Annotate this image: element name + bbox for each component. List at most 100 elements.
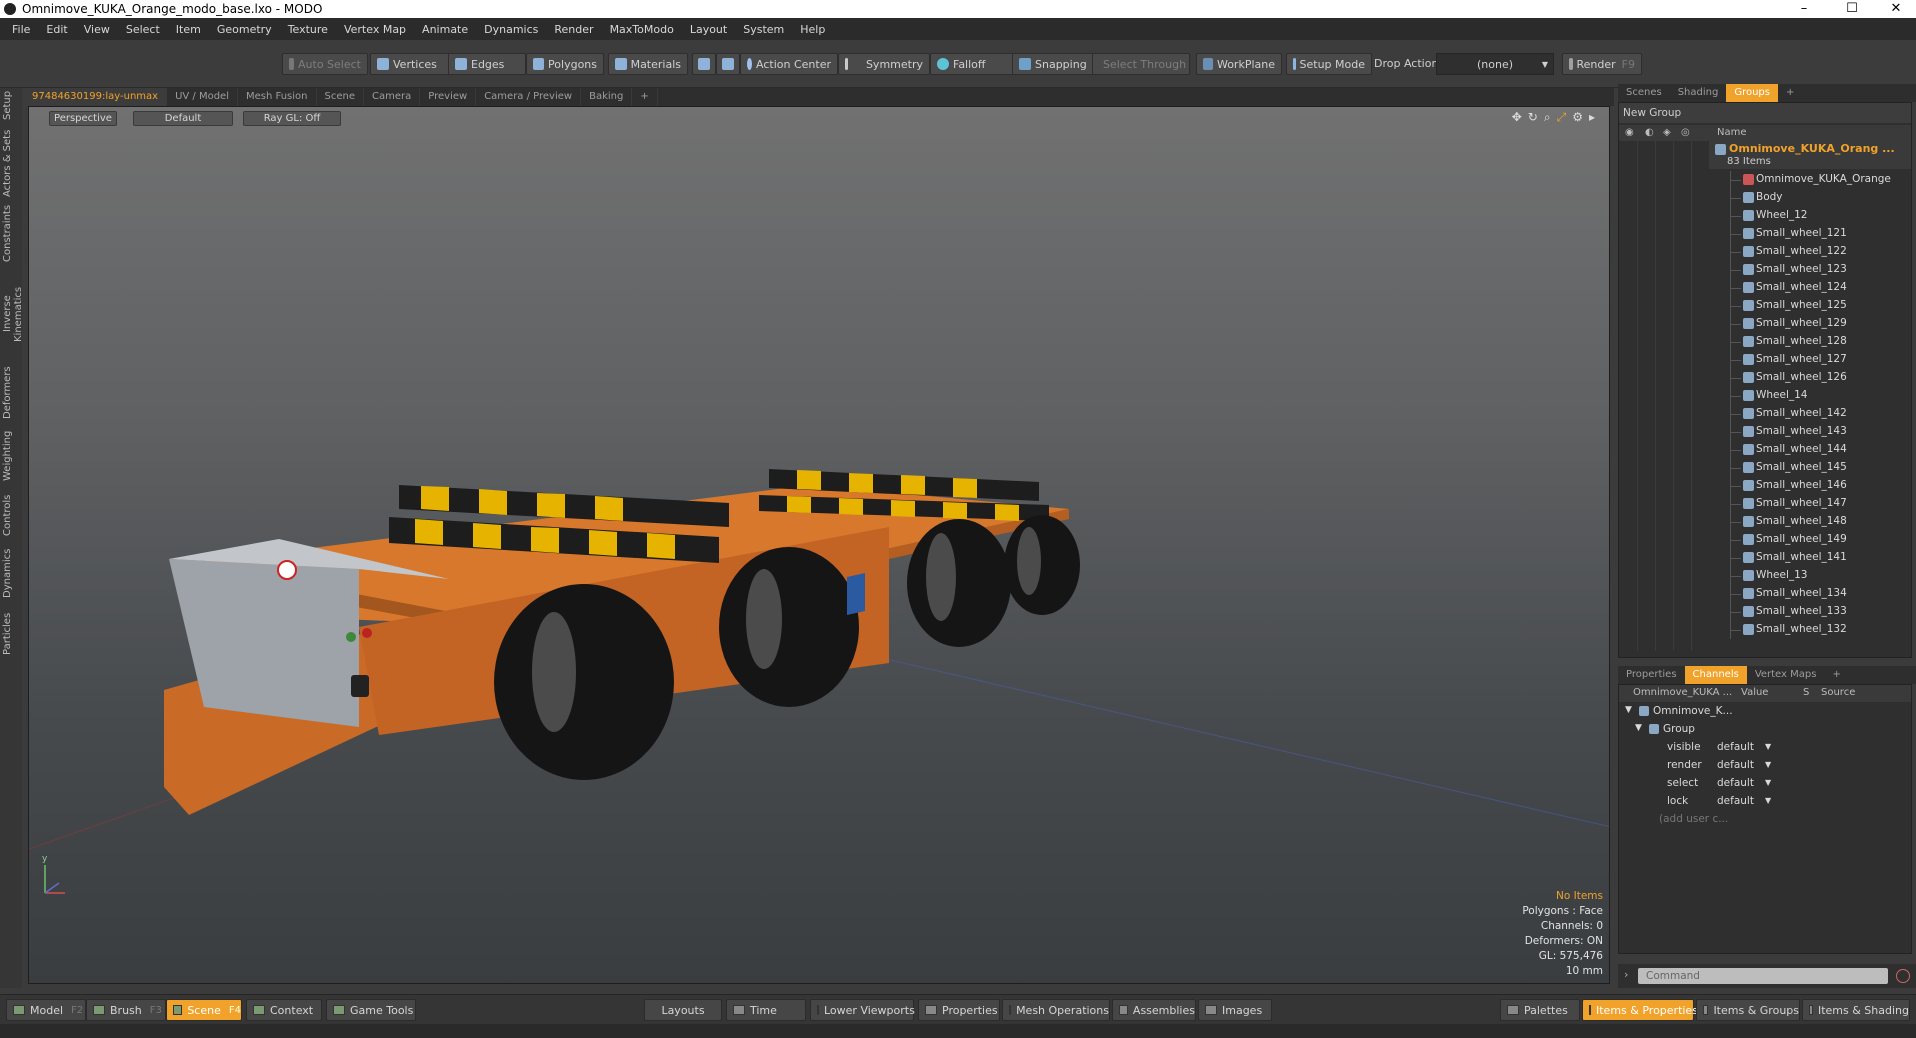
tab-preview[interactable]: Preview [420,88,477,106]
group-item-row[interactable]: Small_wheel_128 [1619,333,1911,351]
tab-camera[interactable]: Camera [364,88,421,106]
add-tab-button[interactable]: + [632,88,658,106]
items-properties-button[interactable]: Items & Properties [1582,999,1698,1021]
falloff-button[interactable]: Falloff [930,53,1018,75]
select-mode-icon-button[interactable] [692,53,716,75]
setup-mode-button[interactable]: Setup Mode [1286,53,1372,75]
group-item-row[interactable]: Small_wheel_149 [1619,531,1911,549]
group-item-row[interactable]: Small_wheel_143 [1619,423,1911,441]
drop-action-select[interactable]: (none) ▼ [1436,53,1554,75]
tab-camera-preview[interactable]: Camera / Preview [476,88,582,106]
new-group-button[interactable]: New Group [1619,103,1911,123]
tab-setup[interactable]: Setup [2,88,20,122]
tab-mesh-fusion[interactable]: Mesh Fusion [238,88,317,106]
menu-system[interactable]: System [735,23,792,36]
menu-edit[interactable]: Edit [38,23,75,36]
tab-groups[interactable]: Groups [1726,84,1778,102]
menu-render[interactable]: Render [546,23,601,36]
channel-group-row[interactable]: ▼ Group [1619,721,1911,739]
tab-shading[interactable]: Shading [1670,84,1727,102]
scene-layout-button[interactable]: Scene F4 [166,999,242,1021]
menu-maxtomodo[interactable]: MaxToModo [602,23,682,36]
auto-select-button[interactable]: Auto Select [282,53,368,75]
group-item-row[interactable]: Small_wheel_133 [1619,603,1911,621]
mesh-operations-button[interactable]: Mesh Operations [1002,999,1110,1021]
menu-help[interactable]: Help [792,23,833,36]
tab-scene[interactable]: Scene [317,88,364,106]
channel-row[interactable]: visible default ▼ [1619,739,1911,757]
group-item-row[interactable]: Body [1619,189,1911,207]
tab-actors-sets[interactable]: Actors & Sets [2,128,20,198]
properties-button[interactable]: Properties [918,999,1000,1021]
channel-row[interactable]: select default ▼ [1619,775,1911,793]
brush-layout-button[interactable]: Brush F3 [86,999,166,1021]
collapse-arrow-icon[interactable]: ▼ [1625,705,1632,715]
group-item-row[interactable]: Small_wheel_127 [1619,351,1911,369]
menu-item[interactable]: Item [168,23,209,36]
minimize-button[interactable]: – [1784,0,1824,18]
menu-layout[interactable]: Layout [682,23,735,36]
maximize-button[interactable]: ☐ [1832,0,1872,18]
tab-vertex-maps[interactable]: Vertex Maps [1747,666,1825,684]
group-item-row[interactable]: Small_wheel_142 [1619,405,1911,423]
select-mode-icon-button-2[interactable] [716,53,740,75]
tab-dynamics[interactable]: Dynamics [2,544,20,602]
close-button[interactable]: ✕ [1876,0,1916,18]
tab-channels[interactable]: Channels [1684,666,1747,684]
3d-viewport[interactable]: Perspective Default Ray GL: Off ✥ ↻ ⌕ ⤢ … [28,106,1610,984]
channel-value-select[interactable]: default [1717,777,1754,789]
polygons-button[interactable]: Polygons [526,53,604,75]
assemblies-button[interactable]: Assemblies [1112,999,1196,1021]
channel-root-row[interactable]: ▼ Omnimove_K... [1619,703,1911,721]
render-button[interactable]: Render F9 [1562,53,1642,75]
command-input[interactable]: Command [1638,968,1888,984]
add-tab-button[interactable]: + [1824,666,1848,684]
menu-dynamics[interactable]: Dynamics [476,23,546,36]
select-through-button[interactable]: Select Through [1092,53,1190,75]
menu-texture[interactable]: Texture [280,23,336,36]
tab-scenes[interactable]: Scenes [1618,84,1670,102]
group-item-row[interactable]: Small_wheel_144 [1619,441,1911,459]
palettes-button[interactable]: Palettes [1500,999,1580,1021]
tab-uv-model[interactable]: UV / Model [167,88,238,106]
channel-row[interactable]: lock default ▼ [1619,793,1911,811]
context-layout-button[interactable]: Context [246,999,322,1021]
menu-select[interactable]: Select [118,23,168,36]
group-item-row[interactable]: Small_wheel_122 [1619,243,1911,261]
images-button[interactable]: Images [1198,999,1272,1021]
symmetry-button[interactable]: Symmetry [838,53,930,75]
chevron-down-icon[interactable]: ▼ [1765,742,1771,751]
add-tab-button[interactable]: + [1778,84,1802,102]
vertices-button[interactable]: Vertices [370,53,450,75]
group-item-row[interactable]: Small_wheel_148 [1619,513,1911,531]
group-root-row[interactable]: Omnimove_KUKA_Orang ... 83 Items [1709,141,1911,169]
group-item-row[interactable]: Small_wheel_146 [1619,477,1911,495]
add-user-channel[interactable]: (add user c... [1619,811,1911,829]
group-item-row[interactable]: Small_wheel_121 [1619,225,1911,243]
group-item-row[interactable]: Small_wheel_145 [1619,459,1911,477]
items-groups-button[interactable]: Items & Groups [1696,999,1800,1021]
model-layout-button[interactable]: Model F2 [6,999,86,1021]
chevron-down-icon[interactable]: ▼ [1765,778,1771,787]
group-item-row[interactable]: Small_wheel_147 [1619,495,1911,513]
tab-deformers[interactable]: Deformers [2,364,20,422]
menu-file[interactable]: File [4,23,38,36]
layouts-button[interactable]: Layouts [644,999,722,1021]
edges-button[interactable]: Edges [448,53,526,75]
chevron-down-icon[interactable]: ▼ [1765,760,1771,769]
group-item-row[interactable]: Small_wheel_132 [1619,621,1911,639]
group-item-row[interactable]: Wheel_14 [1619,387,1911,405]
group-item-row[interactable]: Small_wheel_125 [1619,297,1911,315]
menu-vertex-map[interactable]: Vertex Map [336,23,414,36]
channel-value-select[interactable]: default [1717,795,1754,807]
menu-view[interactable]: View [76,23,118,36]
group-item-row[interactable]: Wheel_12 [1619,207,1911,225]
group-item-row[interactable]: Omnimove_KUKA_Orange [1619,171,1911,189]
tab-particles[interactable]: Particles [2,606,20,662]
menu-animate[interactable]: Animate [414,23,476,36]
snapping-button[interactable]: Snapping [1012,53,1094,75]
game-tools-layout-button[interactable]: Game Tools [326,999,416,1021]
lower-viewports-button[interactable]: Lower Viewports [810,999,915,1021]
group-item-row[interactable]: Small_wheel_123 [1619,261,1911,279]
materials-button[interactable]: Materials [608,53,688,75]
